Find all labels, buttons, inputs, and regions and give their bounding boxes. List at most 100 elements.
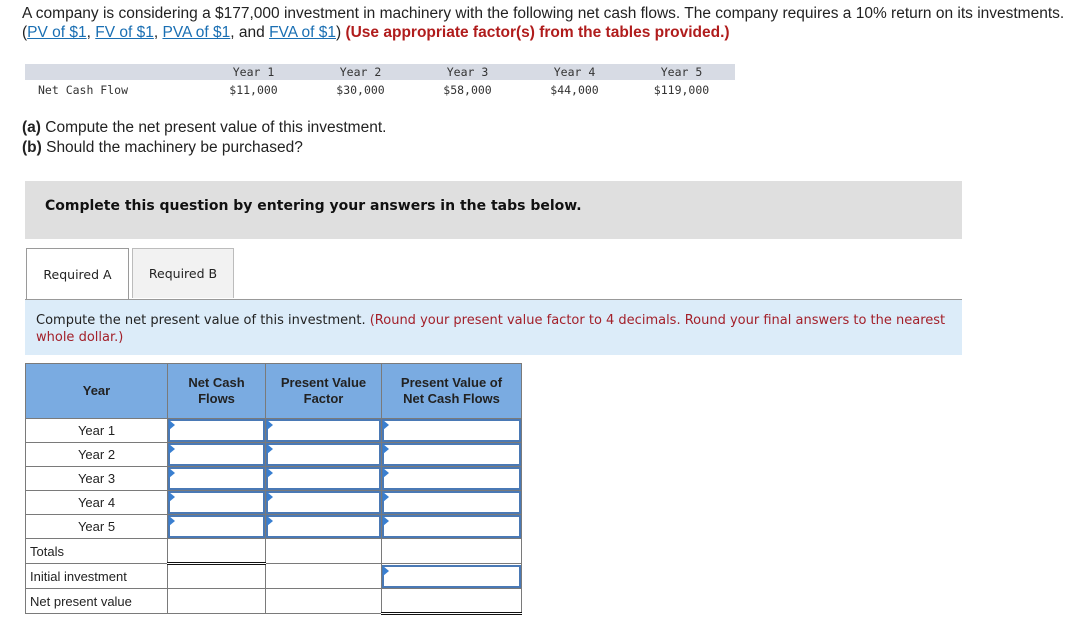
cash-flow-value: $119,000 <box>653 83 710 97</box>
net-cash-flows-cell <box>167 490 266 515</box>
pva-of-1-link[interactable]: PVA of $1 <box>162 24 230 41</box>
initial-investment-label: Initial investment <box>25 563 168 589</box>
pv-cash-flows-input[interactable] <box>384 421 519 440</box>
npv-net-cash-flows <box>167 588 266 614</box>
net-cash-flows-cell <box>167 466 266 491</box>
totals-label: Totals <box>25 538 168 564</box>
question-b-text: Should the machinery be purchased? <box>41 139 303 156</box>
input-flag-icon <box>267 444 273 454</box>
net-cash-flows-input-wrap <box>168 467 265 490</box>
net-cash-flows-cell <box>167 418 266 443</box>
cash-flow-row: Net Cash Flow $11,000 $30,000 $58,000 $4… <box>25 80 735 100</box>
net-cash-flows-input-wrap <box>168 443 265 466</box>
pv-factor-input[interactable] <box>268 421 379 440</box>
net-cash-flows-input-wrap <box>168 491 265 514</box>
question-b-label: (b) <box>22 139 42 156</box>
input-flag-icon <box>169 468 175 478</box>
input-flag-icon <box>383 492 389 502</box>
instruction-text: Compute the net present value of this in… <box>36 312 951 346</box>
pv-factor-input-wrap <box>266 443 381 466</box>
year-header: Year 1 <box>200 64 307 80</box>
pv-cash-flows-cell <box>381 514 522 539</box>
header-net-cash-flows-text: Net Cash Flows <box>188 375 245 406</box>
input-flag-icon <box>267 420 273 430</box>
year-header: Year 5 <box>628 64 735 80</box>
pv-factor-input[interactable] <box>268 445 379 464</box>
pv-factor-input-wrap <box>266 419 381 442</box>
tab-required-a[interactable]: Required A <box>26 248 129 300</box>
pv-cash-flows-input[interactable] <box>384 469 519 488</box>
npv-value <box>381 588 522 615</box>
pv-factor-input[interactable] <box>268 517 379 536</box>
tab-required-b[interactable]: Required B <box>132 248 234 298</box>
fva-of-1-link[interactable]: FVA of $1 <box>269 24 336 41</box>
totals-row: Totals <box>25 538 522 565</box>
npv-header-row: Year Net Cash Flows Present Value Factor… <box>25 363 522 419</box>
pv-cash-flows-cell <box>381 490 522 515</box>
pv-factor-cell <box>265 466 382 491</box>
net-cash-flows-input[interactable] <box>170 517 263 536</box>
header-pv-factor-text: Present Value Factor <box>280 375 367 406</box>
year-header: Year 3 <box>414 64 521 80</box>
input-flag-icon <box>267 468 273 478</box>
header-net-cash-flows: Net Cash Flows <box>167 363 266 419</box>
fv-of-1-link[interactable]: FV of $1 <box>95 24 154 41</box>
pv-cash-flows-cell <box>381 466 522 491</box>
net-cash-flows-cell <box>167 442 266 467</box>
net-cash-flows-input[interactable] <box>170 421 263 440</box>
input-flag-icon <box>383 565 389 576</box>
pv-cash-flows-cell <box>381 442 522 467</box>
net-cash-flows-cell <box>167 514 266 539</box>
input-flag-icon <box>169 492 175 502</box>
pv-cash-flows-input-wrap <box>382 491 521 514</box>
year-label: Year 5 <box>25 514 168 539</box>
npv-label: Net present value <box>25 588 168 614</box>
input-flag-icon <box>169 516 175 526</box>
pv-factor-input[interactable] <box>268 493 379 512</box>
banner-text: Complete this question by entering your … <box>45 198 582 214</box>
input-flag-icon <box>267 516 273 526</box>
header-pv-net-cash-flows: Present Value of Net Cash Flows <box>381 363 522 419</box>
input-flag-icon <box>383 516 389 526</box>
npv-table: Year Net Cash Flows Present Value Factor… <box>25 363 522 615</box>
net-cash-flows-input-wrap <box>168 419 265 442</box>
year-row: Year 4 <box>25 490 522 515</box>
cash-flow-table: Year 1 Year 2 Year 3 Year 4 Year 5 Net C… <box>25 64 735 100</box>
net-cash-flows-input[interactable] <box>170 469 263 488</box>
pv-factor-input-wrap <box>266 467 381 490</box>
input-flag-icon <box>169 420 175 430</box>
cash-flow-value: $30,000 <box>336 83 385 97</box>
pv-cash-flows-input[interactable] <box>384 517 519 536</box>
instruction-main: Compute the net present value of this in… <box>36 313 370 328</box>
year-header: Year 2 <box>307 64 414 80</box>
pv-cash-flows-input[interactable] <box>384 445 519 464</box>
factor-hint: (Use appropriate factor(s) from the tabl… <box>345 24 730 41</box>
year-row: Year 2 <box>25 442 522 467</box>
header-year: Year <box>25 363 168 419</box>
initial-investment-input[interactable] <box>384 566 519 586</box>
pv-factor-cell <box>265 490 382 515</box>
year-header: Year 4 <box>521 64 628 80</box>
header-pv-net-cash-flows-text: Present Value of Net Cash Flows <box>400 375 503 406</box>
year-label: Year 4 <box>25 490 168 515</box>
totals-pv-cash-flows <box>381 538 522 564</box>
net-cash-flows-input[interactable] <box>170 445 263 464</box>
pv-cash-flows-input-wrap <box>382 419 521 442</box>
pv-cash-flows-input-wrap <box>382 467 521 490</box>
pv-cash-flows-input[interactable] <box>384 493 519 512</box>
pv-factor-cell <box>265 442 382 467</box>
pv-factor-input[interactable] <box>268 469 379 488</box>
year-label: Year 2 <box>25 442 168 467</box>
instructions-banner: Complete this question by entering your … <box>25 181 962 239</box>
initial-investment-input-wrap <box>382 564 521 588</box>
pv-cash-flows-cell <box>381 418 522 443</box>
pv-factor-input-wrap <box>266 515 381 538</box>
initial-investment-cell <box>381 563 522 589</box>
initial-investment-pv-factor <box>265 563 382 589</box>
year-label: Year 3 <box>25 466 168 491</box>
input-flag-icon <box>267 492 273 502</box>
pv-of-1-link[interactable]: PV of $1 <box>27 24 86 41</box>
net-cash-flows-input[interactable] <box>170 493 263 512</box>
header-pv-factor: Present Value Factor <box>265 363 382 419</box>
cash-flow-header-row: Year 1 Year 2 Year 3 Year 4 Year 5 <box>25 64 735 80</box>
